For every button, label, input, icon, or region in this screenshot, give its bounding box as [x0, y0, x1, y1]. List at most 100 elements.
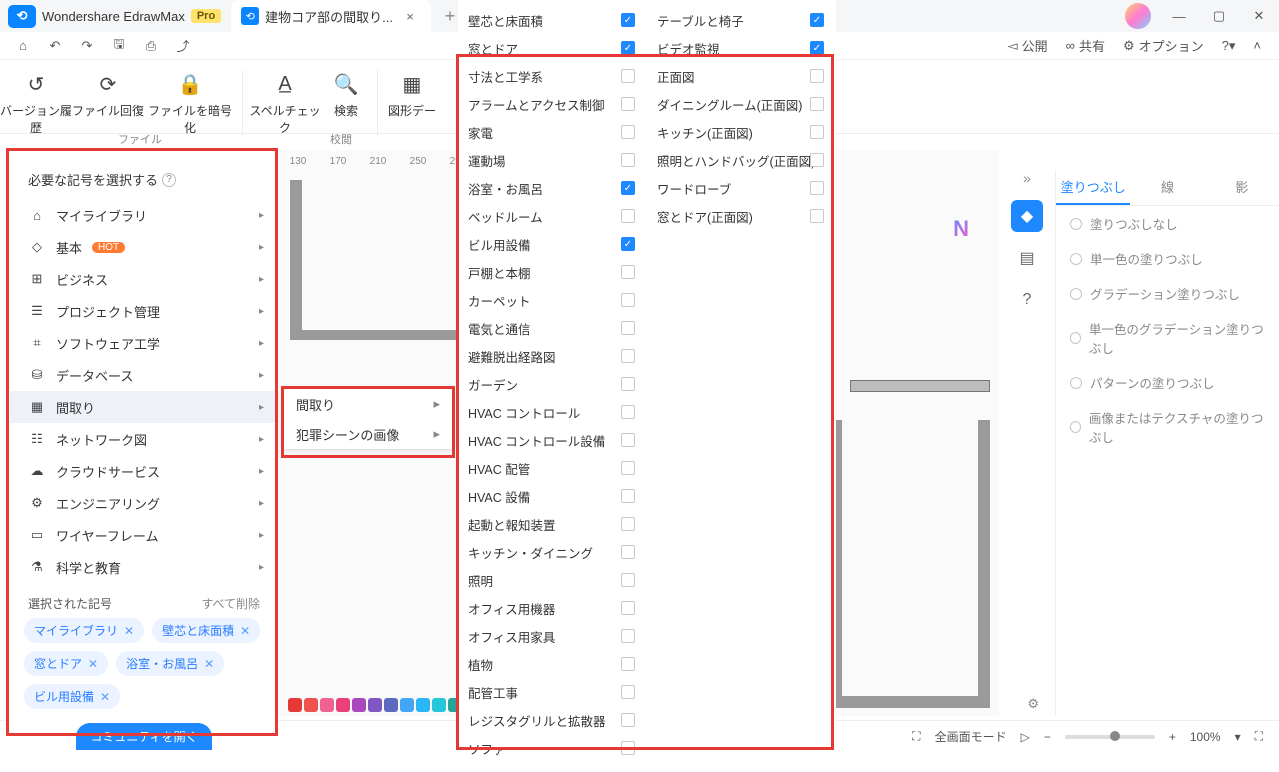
- category-option-アラームとアクセス制御[interactable]: アラームとアクセス制御: [458, 90, 647, 118]
- checkbox-icon[interactable]: [810, 153, 824, 167]
- options-button[interactable]: ⚙ オプション: [1123, 36, 1204, 55]
- category-option-運動場[interactable]: 運動場: [458, 146, 647, 174]
- checkbox-icon[interactable]: [621, 741, 635, 755]
- share-button[interactable]: ∞ 共有: [1066, 36, 1105, 55]
- print-button[interactable]: ⎙: [136, 34, 166, 58]
- symbol-category-間取り[interactable]: ▦間取り▸: [10, 391, 278, 423]
- submenu-item-間取り[interactable]: 間取り▸: [284, 389, 452, 419]
- fill-option-グラデーション塗りつぶし[interactable]: グラデーション塗りつぶし: [1056, 276, 1279, 311]
- category-option-正面図[interactable]: 正面図: [647, 62, 836, 90]
- category-option-カーペット[interactable]: カーペット: [458, 286, 647, 314]
- chip-ビル用設備[interactable]: ビル用設備✕: [24, 684, 120, 709]
- swatch[interactable]: [384, 698, 398, 712]
- category-option-キッチン(正面図)[interactable]: キッチン(正面図): [647, 118, 836, 146]
- chip-remove-icon[interactable]: ✕: [240, 624, 250, 638]
- chip-窓とドア[interactable]: 窓とドア✕: [24, 651, 108, 676]
- chip-remove-icon[interactable]: ✕: [88, 657, 98, 671]
- window-minimize-button[interactable]: —: [1159, 0, 1199, 32]
- checkbox-icon[interactable]: [621, 377, 635, 391]
- undo-button[interactable]: ↶: [40, 34, 70, 58]
- category-option-照明とハンドバッグ(正面図)[interactable]: 照明とハンドバッグ(正面図): [647, 146, 836, 174]
- fill-option-パターンの塗りつぶし[interactable]: パターンの塗りつぶし: [1056, 365, 1279, 400]
- checkbox-icon[interactable]: [621, 125, 635, 139]
- checkbox-icon[interactable]: [810, 97, 824, 111]
- fill-option-塗りつぶしなし[interactable]: 塗りつぶしなし: [1056, 206, 1279, 241]
- zoom-value[interactable]: 100%: [1190, 730, 1221, 744]
- checkbox-icon[interactable]: [621, 209, 635, 223]
- category-option-配管工事[interactable]: 配管工事: [458, 678, 647, 706]
- category-option-ソファー[interactable]: ソファー: [458, 734, 647, 762]
- symbol-category-ネットワーク図[interactable]: ☷ネットワーク図▸: [10, 423, 278, 455]
- category-option-オフィス用家具[interactable]: オフィス用家具: [458, 622, 647, 650]
- submenu-item-犯罪シーンの画像[interactable]: 犯罪シーンの画像▸: [284, 419, 452, 449]
- chip-remove-icon[interactable]: ✕: [204, 657, 214, 671]
- swatch[interactable]: [288, 698, 302, 712]
- fill-option-単一色のグラデーション塗りつぶし[interactable]: 単一色のグラデーション塗りつぶし: [1056, 311, 1279, 365]
- symbol-category-データベース[interactable]: ⛁データベース▸: [10, 359, 278, 391]
- help-icon[interactable]: ?: [162, 173, 176, 187]
- checkbox-icon[interactable]: ✓: [621, 41, 635, 55]
- category-option-植物[interactable]: 植物: [458, 650, 647, 678]
- symbol-category-マイライブラリ[interactable]: ⌂マイライブラリ▸: [10, 199, 278, 231]
- toolbar-encrypt[interactable]: 🔒ファイルを暗号化: [144, 70, 236, 136]
- checkbox-icon[interactable]: [621, 545, 635, 559]
- redo-button[interactable]: ↷: [72, 34, 102, 58]
- chip-remove-icon[interactable]: ✕: [124, 624, 134, 638]
- symbol-category-エンジニアリング[interactable]: ⚙エンジニアリング▸: [10, 487, 278, 519]
- help-button[interactable]: ?▾: [1222, 38, 1236, 54]
- chip-壁芯と床面積[interactable]: 壁芯と床面積✕: [152, 618, 260, 643]
- category-option-HVAC コントロール[interactable]: HVAC コントロール: [458, 398, 647, 426]
- symbol-category-科学と教育[interactable]: ⚗科学と教育▸: [10, 551, 278, 583]
- category-option-テーブルと椅子[interactable]: テーブルと椅子✓: [647, 6, 836, 34]
- tab-line[interactable]: 線: [1130, 170, 1204, 205]
- category-option-キッチン・ダイニング[interactable]: キッチン・ダイニング: [458, 538, 647, 566]
- checkbox-icon[interactable]: [621, 461, 635, 475]
- checkbox-icon[interactable]: ✓: [810, 13, 824, 27]
- window-maximize-button[interactable]: ▢: [1199, 0, 1239, 32]
- swatch[interactable]: [320, 698, 334, 712]
- expand-rail-button[interactable]: »: [1023, 170, 1031, 186]
- swatch[interactable]: [416, 698, 430, 712]
- document-tab[interactable]: ⟲ 建物コア部の間取り... ×: [231, 0, 431, 32]
- settings-gear-icon[interactable]: ⚙: [1027, 696, 1039, 712]
- checkbox-icon[interactable]: [621, 69, 635, 83]
- category-option-窓とドア(正面図)[interactable]: 窓とドア(正面図): [647, 202, 836, 230]
- checkbox-icon[interactable]: [621, 265, 635, 279]
- category-option-照明[interactable]: 照明: [458, 566, 647, 594]
- category-option-レジスタグリルと拡散器[interactable]: レジスタグリルと拡散器: [458, 706, 647, 734]
- swatch[interactable]: [400, 698, 414, 712]
- checkbox-icon[interactable]: [621, 629, 635, 643]
- category-option-寸法と工学系[interactable]: 寸法と工学系: [458, 62, 647, 90]
- checkbox-icon[interactable]: [621, 405, 635, 419]
- checkbox-icon[interactable]: [810, 125, 824, 139]
- rail-fill-button[interactable]: ◆: [1011, 200, 1043, 232]
- category-option-戸棚と本棚[interactable]: 戸棚と本棚: [458, 258, 647, 286]
- checkbox-icon[interactable]: [621, 153, 635, 167]
- rail-page-button[interactable]: ▤: [1011, 242, 1043, 274]
- category-option-ベッドルーム[interactable]: ベッドルーム: [458, 202, 647, 230]
- delete-all-link[interactable]: すべて削除: [201, 595, 260, 612]
- symbol-category-プロジェクト管理[interactable]: ☰プロジェクト管理▸: [10, 295, 278, 327]
- symbol-category-ソフトウェア工学[interactable]: ⌗ソフトウェア工学▸: [10, 327, 278, 359]
- swatch[interactable]: [336, 698, 350, 712]
- chip-remove-icon[interactable]: ✕: [100, 690, 110, 704]
- swatch[interactable]: [368, 698, 382, 712]
- zoom-dropdown-icon[interactable]: ▾: [1235, 730, 1241, 744]
- symbol-category-ワイヤーフレーム[interactable]: ▭ワイヤーフレーム▸: [10, 519, 278, 551]
- window-close-button[interactable]: ✕: [1239, 0, 1279, 32]
- tab-close-icon[interactable]: ×: [399, 9, 421, 24]
- category-option-HVAC 配管[interactable]: HVAC 配管: [458, 454, 647, 482]
- checkbox-icon[interactable]: [621, 321, 635, 335]
- checkbox-icon[interactable]: [621, 433, 635, 447]
- checkbox-icon[interactable]: [621, 573, 635, 587]
- category-option-電気と通信[interactable]: 電気と通信: [458, 314, 647, 342]
- zoom-in-button[interactable]: +: [1169, 730, 1176, 744]
- category-option-浴室・お風呂[interactable]: 浴室・お風呂✓: [458, 174, 647, 202]
- checkbox-icon[interactable]: [621, 685, 635, 699]
- toolbar-version-history[interactable]: ↺バージョン履歴: [0, 70, 72, 136]
- export-button[interactable]: ⤴: [168, 34, 198, 58]
- category-option-オフィス用機器[interactable]: オフィス用機器: [458, 594, 647, 622]
- category-option-家電[interactable]: 家電: [458, 118, 647, 146]
- zoom-slider[interactable]: [1065, 735, 1155, 739]
- open-community-button[interactable]: コミュニティを開く: [76, 723, 211, 750]
